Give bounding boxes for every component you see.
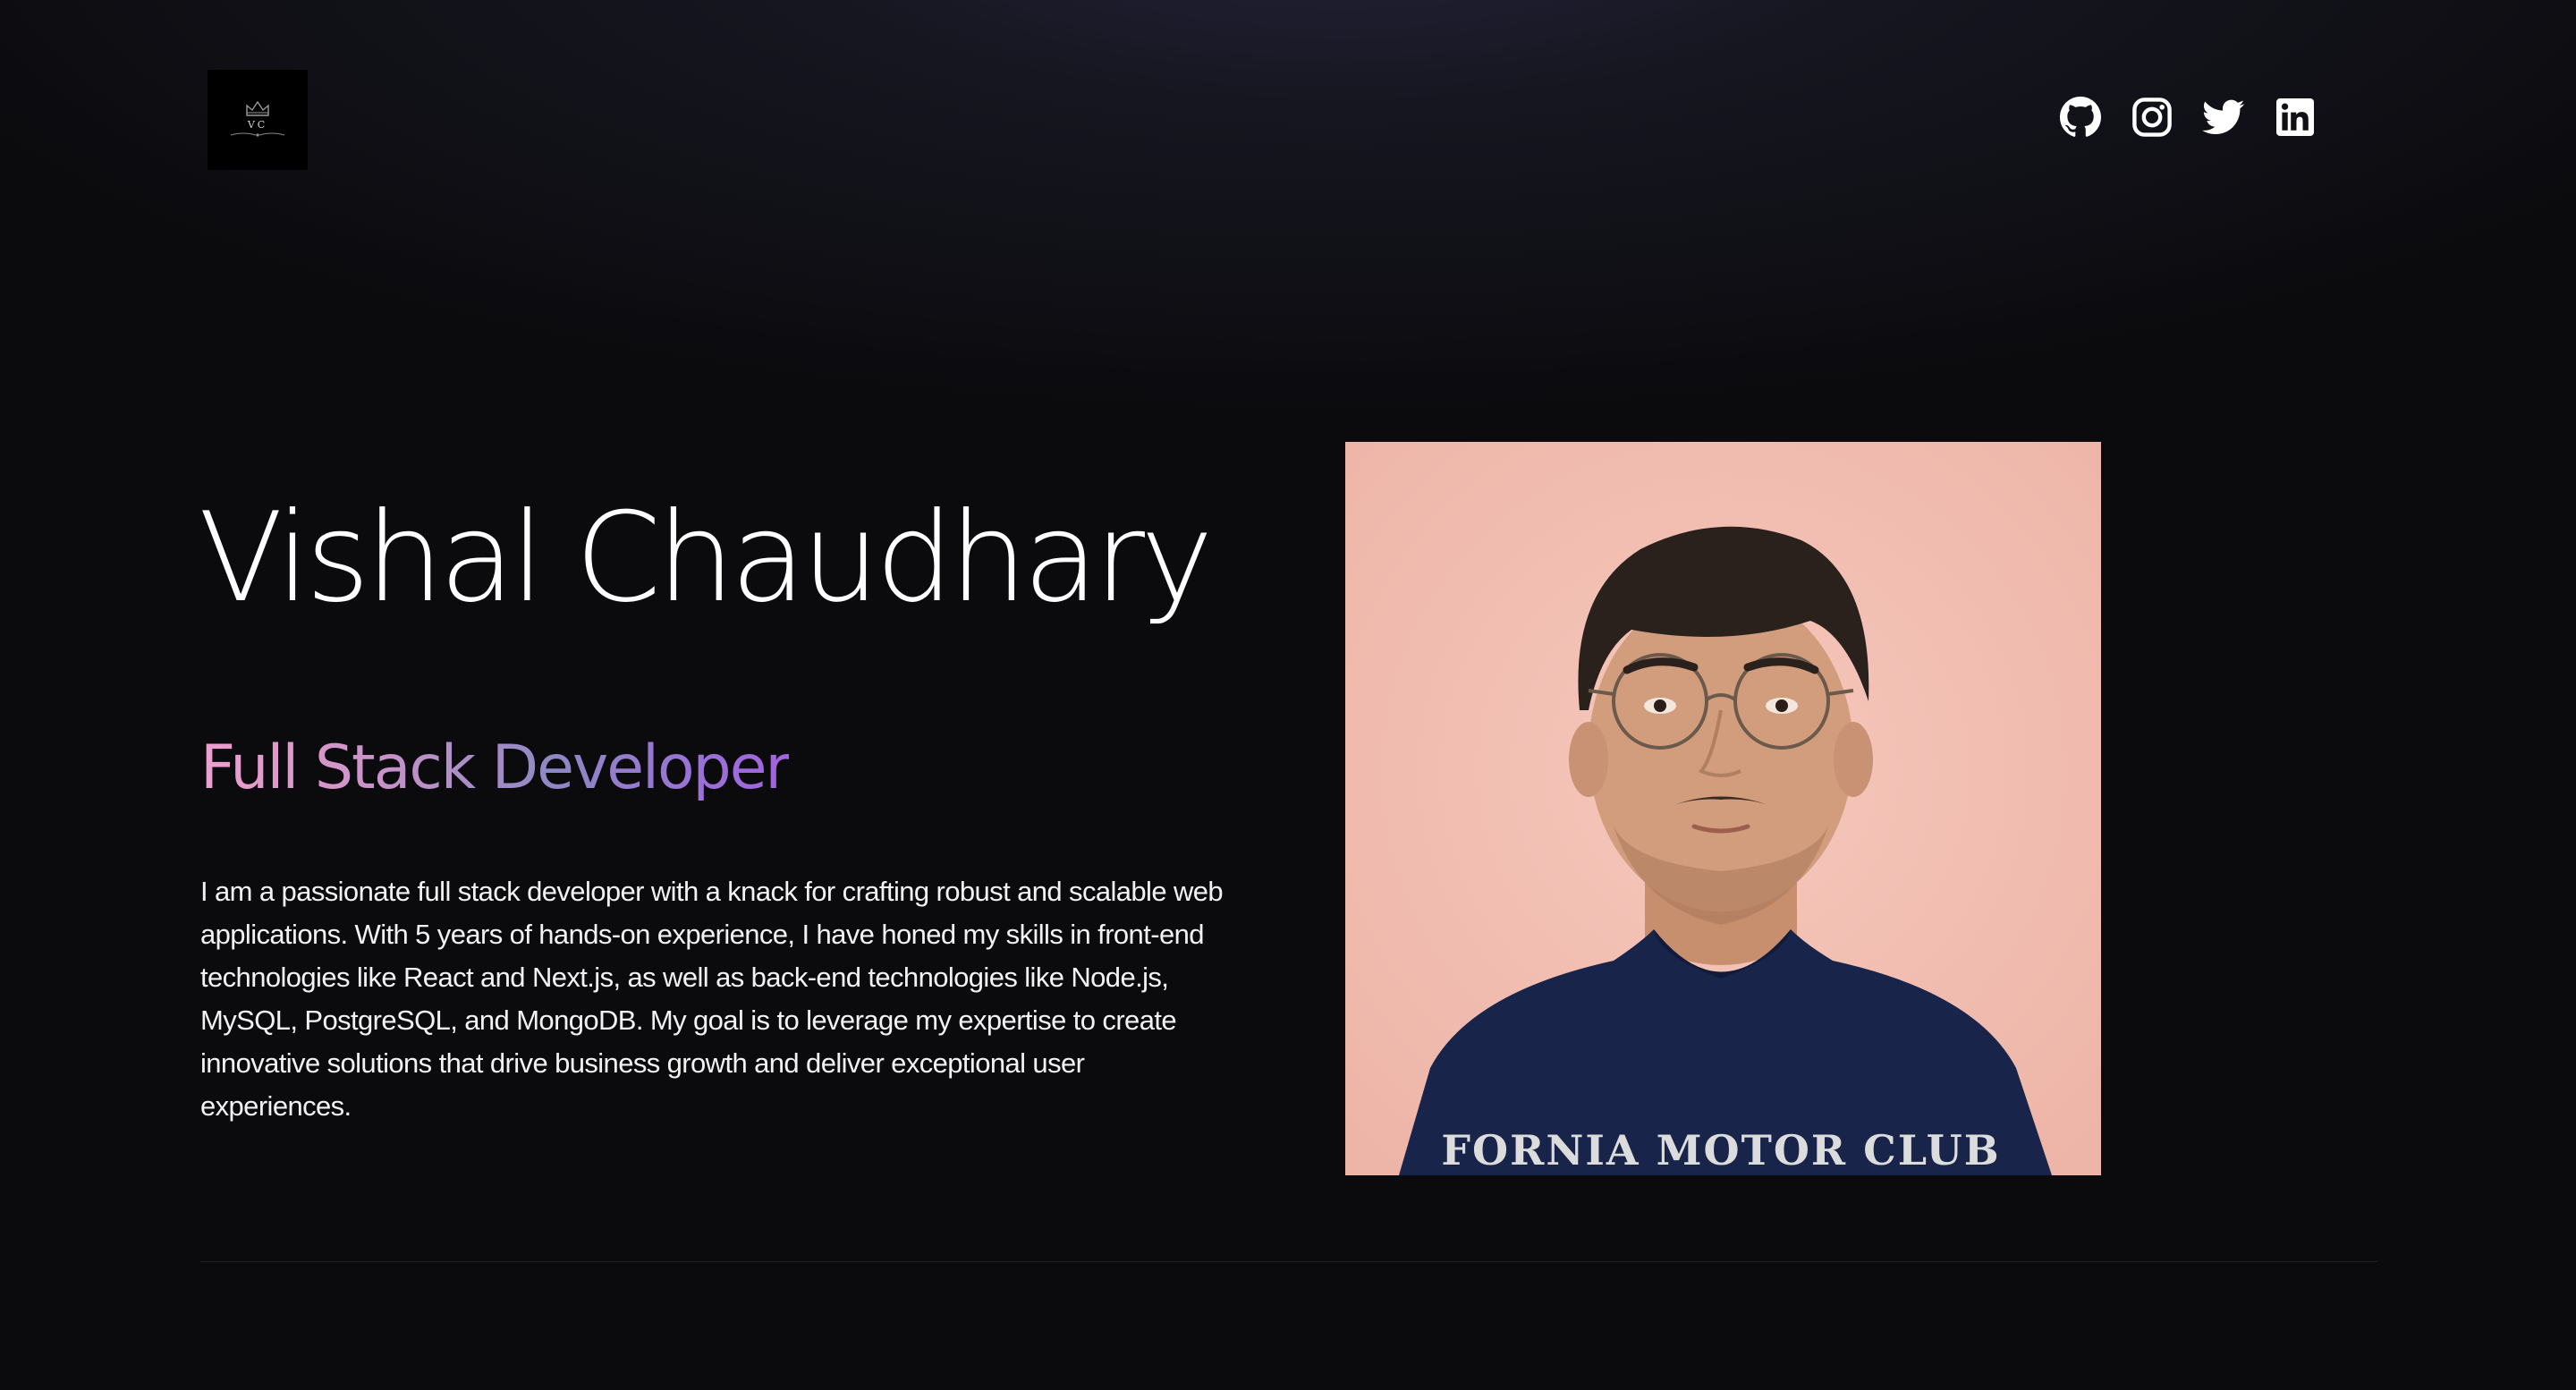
github-link[interactable] [2059,96,2102,139]
portfolio-page: VC Vishal Chaudhary Full Stack Developer… [0,0,2576,1390]
social-links [2059,96,2317,139]
github-icon [2060,97,2101,137]
section-divider [200,1261,2377,1262]
hero-name: Vishal Chaudhary [199,486,1214,630]
profile-photo: FORNIA MOTOR CLUB [1345,442,2101,1175]
logo-flourish [230,132,285,137]
linkedin-icon [2276,98,2314,136]
crown-icon [246,100,269,116]
site-logo[interactable]: VC [208,70,308,170]
instagram-icon [2132,97,2172,137]
hero-role: Full Stack Developer [200,733,790,803]
shirt-text: FORNIA MOTOR CLUB [1441,1126,2000,1174]
instagram-link[interactable] [2131,96,2174,139]
twitter-link[interactable] [2202,96,2245,139]
logo-initials: VC [247,119,268,131]
linkedin-link[interactable] [2274,96,2317,139]
hero-bio: I am a passionate full stack developer w… [200,876,1224,1122]
twitter-icon [2202,99,2245,135]
